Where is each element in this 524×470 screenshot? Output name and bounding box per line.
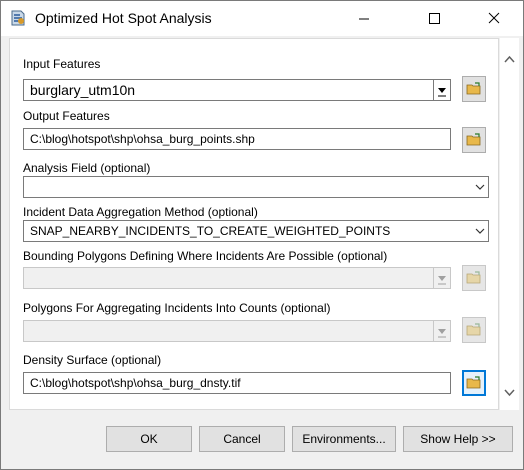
input-features-value: burglary_utm10n (30, 82, 136, 98)
scroll-down-icon[interactable] (500, 384, 519, 401)
input-features-browse-button[interactable] (462, 76, 486, 102)
maximize-button[interactable] (411, 1, 457, 36)
ok-button[interactable]: OK (106, 426, 192, 452)
parameters-panel: Input Features burglary_utm10n Output Fe… (9, 38, 519, 410)
title-bar: Optimized Hot Spot Analysis (1, 1, 523, 36)
density-surface-input[interactable]: C:\blog\hotspot\shp\ohsa_burg_dnsty.tif (23, 372, 451, 394)
output-features-label: Output Features (23, 109, 110, 123)
analysis-field-label: Analysis Field (optional) (23, 161, 151, 175)
aggregating-polygons-combobox[interactable] (23, 320, 451, 342)
chevron-down-icon[interactable] (433, 321, 450, 341)
bounding-polygons-label: Bounding Polygons Defining Where Inciden… (23, 249, 388, 263)
cancel-button[interactable]: Cancel (199, 426, 285, 452)
parameters-scroll-area[interactable]: Input Features burglary_utm10n Output Fe… (9, 38, 499, 410)
output-features-input[interactable]: C:\blog\hotspot\shp\ohsa_burg_points.shp (23, 128, 451, 150)
minimize-icon (359, 18, 369, 20)
dialog-window: Optimized Hot Spot Analysis Input Featur… (0, 0, 524, 470)
folder-icon (466, 271, 481, 284)
close-icon (488, 12, 500, 24)
input-features-label: Input Features (23, 57, 101, 71)
chevron-down-icon[interactable] (433, 268, 450, 288)
output-features-value: C:\blog\hotspot\shp\ohsa_burg_points.shp (30, 132, 255, 146)
folder-icon (466, 82, 481, 95)
output-features-browse-button[interactable] (462, 127, 486, 153)
chevron-down-icon[interactable] (433, 80, 450, 100)
aggregating-polygons-label: Polygons For Aggregating Incidents Into … (23, 301, 331, 315)
chevron-down-icon[interactable] (472, 177, 488, 197)
aggregation-method-label: Incident Data Aggregation Method (option… (23, 205, 258, 219)
bounding-polygons-combobox[interactable] (23, 267, 451, 289)
aggregating-polygons-browse-button[interactable] (462, 317, 486, 343)
folder-icon (466, 133, 481, 146)
aggregation-method-dropdown[interactable]: SNAP_NEARBY_INCIDENTS_TO_CREATE_WEIGHTED… (23, 220, 489, 242)
environments-button[interactable]: Environments... (292, 426, 396, 452)
scroll-up-icon[interactable] (500, 51, 519, 68)
vertical-scrollbar[interactable] (500, 38, 519, 410)
density-surface-value: C:\blog\hotspot\shp\ohsa_burg_dnsty.tif (30, 376, 241, 390)
app-icon (11, 10, 25, 26)
density-surface-browse-button[interactable] (462, 370, 486, 396)
density-surface-label: Density Surface (optional) (23, 353, 162, 367)
close-button[interactable] (471, 1, 517, 36)
maximize-icon (429, 13, 440, 24)
aggregation-method-value: SNAP_NEARBY_INCIDENTS_TO_CREATE_WEIGHTED… (30, 224, 391, 238)
folder-icon (466, 376, 481, 389)
window-title: Optimized Hot Spot Analysis (35, 10, 212, 26)
show-help-button[interactable]: Show Help >> (403, 426, 513, 452)
folder-icon (466, 323, 481, 336)
chevron-down-icon[interactable] (472, 221, 488, 241)
minimize-button[interactable] (341, 1, 387, 36)
analysis-field-dropdown[interactable] (23, 176, 489, 198)
bounding-polygons-browse-button[interactable] (462, 265, 486, 291)
input-features-combobox[interactable]: burglary_utm10n (23, 79, 451, 101)
